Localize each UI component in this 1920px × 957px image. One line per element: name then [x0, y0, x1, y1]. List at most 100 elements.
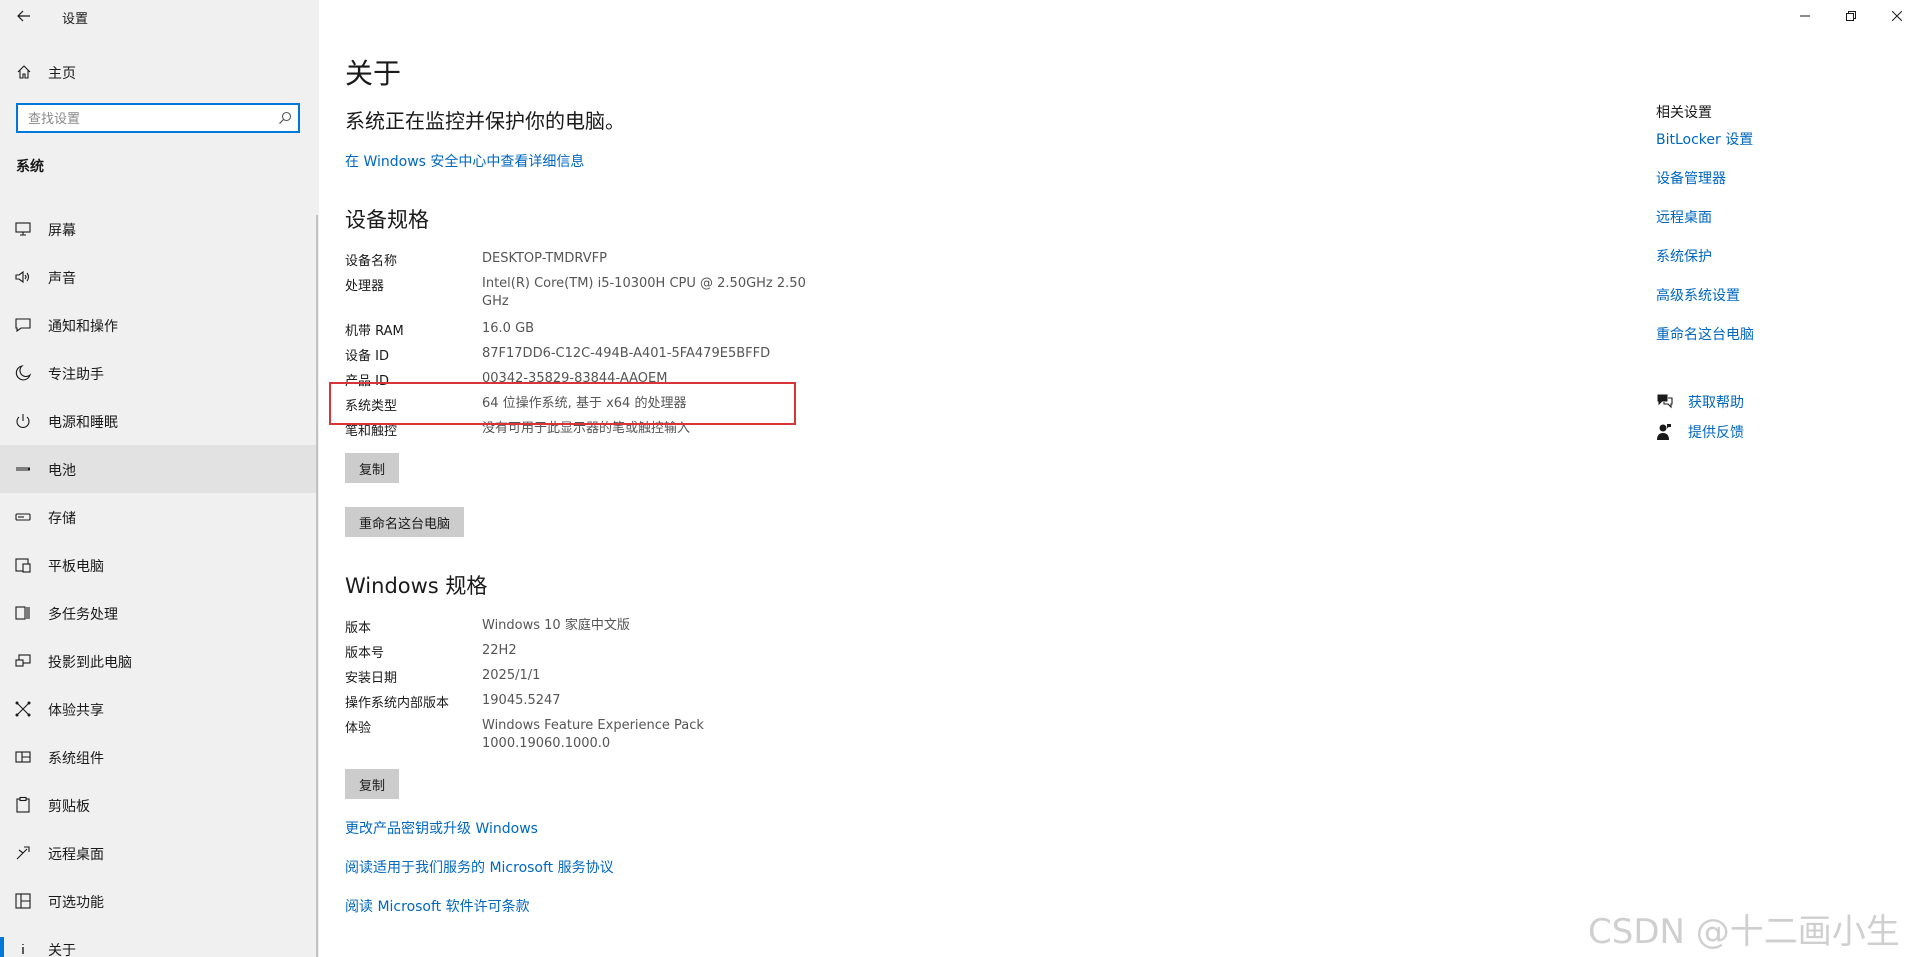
sidebar-item-display[interactable]: 屏幕: [0, 205, 316, 253]
bitlocker-settings-link[interactable]: BitLocker 设置: [1656, 129, 1753, 149]
sidebar-item-label: 远程桌面: [48, 847, 104, 863]
remote-desktop-icon: [16, 846, 30, 860]
title-bar: 设置: [0, 0, 319, 32]
sidebar: 设置 主页 系统 屏幕 声音 通知和操作 专注助手: [0, 0, 319, 957]
sidebar-item-multitasking[interactable]: 多任务处理: [0, 589, 316, 637]
services-agreement-link[interactable]: 阅读适用于我们服务的 Microsoft 服务协议: [345, 857, 614, 877]
power-icon: [16, 414, 30, 428]
spec-value: Windows 10 家庭中文版: [482, 618, 630, 633]
search-input[interactable]: [26, 108, 270, 130]
back-arrow-icon: [17, 10, 30, 22]
search-box[interactable]: [16, 103, 300, 133]
sidebar-item-storage[interactable]: 存储: [0, 493, 316, 541]
sidebar-item-label: 声音: [48, 271, 76, 287]
sidebar-scrollbar[interactable]: [316, 215, 318, 957]
spec-key: 操作系统内部版本: [345, 696, 450, 711]
change-product-key-link[interactable]: 更改产品密钥或升级 Windows: [345, 818, 538, 838]
device-manager-link[interactable]: 设备管理器: [1656, 168, 1726, 188]
watermark: CSDN @十二画小生: [1588, 912, 1900, 952]
spec-value: DESKTOP-TMDRVFP: [482, 251, 607, 266]
spec-key: 设备 ID: [345, 349, 389, 364]
sidebar-item-label: 电池: [48, 463, 76, 479]
optional-features-icon: [15, 893, 31, 909]
give-feedback-label[interactable]: 提供反馈: [1688, 422, 1744, 442]
sidebar-item-label: 体验共享: [48, 703, 104, 719]
sidebar-item-label: 多任务处理: [48, 607, 118, 623]
sidebar-item-remote-desktop[interactable]: 远程桌面: [0, 829, 316, 877]
sidebar-item-label: 可选功能: [48, 895, 104, 911]
clipboard-icon: [16, 796, 30, 813]
sidebar-item-power[interactable]: 电源和睡眠: [0, 397, 316, 445]
sidebar-item-battery[interactable]: 电池: [0, 445, 316, 493]
sidebar-item-label: 电源和睡眠: [48, 415, 118, 431]
sidebar-item-optional-features[interactable]: 可选功能: [0, 877, 316, 925]
home-icon: [17, 65, 31, 79]
notification-icon: [15, 318, 31, 333]
search-icon[interactable]: [278, 111, 292, 125]
info-icon: [22, 944, 24, 954]
tablet-icon: [15, 558, 31, 573]
sidebar-item-label: 系统组件: [48, 751, 104, 767]
sidebar-item-notifications[interactable]: 通知和操作: [0, 301, 316, 349]
components-icon: [15, 751, 31, 763]
sidebar-item-clipboard[interactable]: 剪贴板: [0, 781, 316, 829]
get-help-label[interactable]: 获取帮助: [1688, 392, 1744, 412]
sidebar-item-label: 平板电脑: [48, 559, 104, 575]
share-icon: [15, 701, 31, 717]
rename-pc-link[interactable]: 重命名这台电脑: [1656, 324, 1754, 344]
sidebar-nav: 屏幕 声音 通知和操作 专注助手 电源和睡眠 电池 存储 平板电脑 多任务处理 …: [0, 205, 316, 957]
sidebar-home[interactable]: 主页: [0, 56, 316, 88]
page-title: 关于: [345, 57, 402, 90]
feedback-icon: [1657, 424, 1671, 440]
sidebar-item-system-components[interactable]: 系统组件: [0, 733, 316, 781]
sidebar-item-tablet[interactable]: 平板电脑: [0, 541, 316, 589]
device-specs-heading: 设备规格: [345, 208, 429, 232]
sidebar-item-project-to-pc[interactable]: 投影到此电脑: [0, 637, 316, 685]
spec-value: 22H2: [482, 643, 517, 658]
sidebar-item-shared-experiences[interactable]: 体验共享: [0, 685, 316, 733]
copy-device-specs-button[interactable]: 复制: [345, 453, 400, 483]
moon-icon: [15, 365, 32, 381]
speaker-icon: [15, 270, 30, 284]
storage-icon: [15, 513, 31, 521]
sidebar-item-focus-assist[interactable]: 专注助手: [0, 349, 316, 397]
security-center-link[interactable]: 在 Windows 安全中心中查看详细信息: [345, 151, 584, 171]
spec-key: 体验: [345, 721, 372, 736]
advanced-system-settings-link[interactable]: 高级系统设置: [1656, 285, 1740, 305]
sidebar-item-label: 投影到此电脑: [48, 655, 132, 671]
sidebar-item-label: 关于: [48, 943, 76, 957]
monitor-icon: [15, 222, 31, 236]
spec-key: 处理器: [345, 279, 385, 294]
system-protection-link[interactable]: 系统保护: [1656, 246, 1712, 266]
spec-key: 设备名称: [345, 254, 398, 269]
battery-icon: [16, 467, 30, 471]
spec-value: 19045.5247: [482, 693, 561, 708]
sidebar-item-label: 存储: [48, 511, 76, 527]
spec-value: 2025/1/1: [482, 668, 541, 683]
sidebar-item-label: 通知和操作: [48, 319, 118, 335]
spec-value: Intel(R) Core(TM) i5-10300H CPU @ 2.50GH…: [482, 276, 806, 309]
spec-key: 机带 RAM: [345, 324, 404, 339]
sidebar-item-sound[interactable]: 声音: [0, 253, 316, 301]
sidebar-item-label: 专注助手: [48, 367, 104, 383]
windows-specs-heading: Windows 规格: [345, 574, 488, 598]
license-terms-link[interactable]: 阅读 Microsoft 软件许可条款: [345, 896, 530, 916]
sidebar-home-label: 主页: [48, 66, 76, 82]
spec-value: 16.0 GB: [482, 321, 535, 336]
multitask-icon: [15, 606, 30, 620]
spec-key: 安装日期: [345, 671, 398, 686]
copy-windows-specs-button[interactable]: 复制: [345, 769, 400, 799]
remote-desktop-link[interactable]: 远程桌面: [1656, 207, 1712, 227]
related-settings-panel: 相关设置 BitLocker 设置 设备管理器 远程桌面 系统保护 高级系统设置…: [1656, 0, 1916, 957]
help-chat-icon: [1657, 394, 1673, 409]
main-content: 关于 系统正在监控并保护你的电脑。 在 Windows 安全中心中查看详细信息 …: [345, 0, 1595, 957]
sidebar-section-system: 系统: [16, 159, 44, 175]
spec-key: 版本: [345, 621, 372, 636]
app-title: 设置: [62, 12, 89, 27]
protection-status: 系统正在监控并保护你的电脑。: [345, 109, 625, 133]
back-button[interactable]: [10, 2, 38, 30]
spec-key: 版本号: [345, 646, 385, 661]
rename-pc-button[interactable]: 重命名这台电脑: [345, 507, 465, 537]
project-icon: [15, 654, 31, 667]
sidebar-item-about[interactable]: 关于: [0, 925, 316, 957]
